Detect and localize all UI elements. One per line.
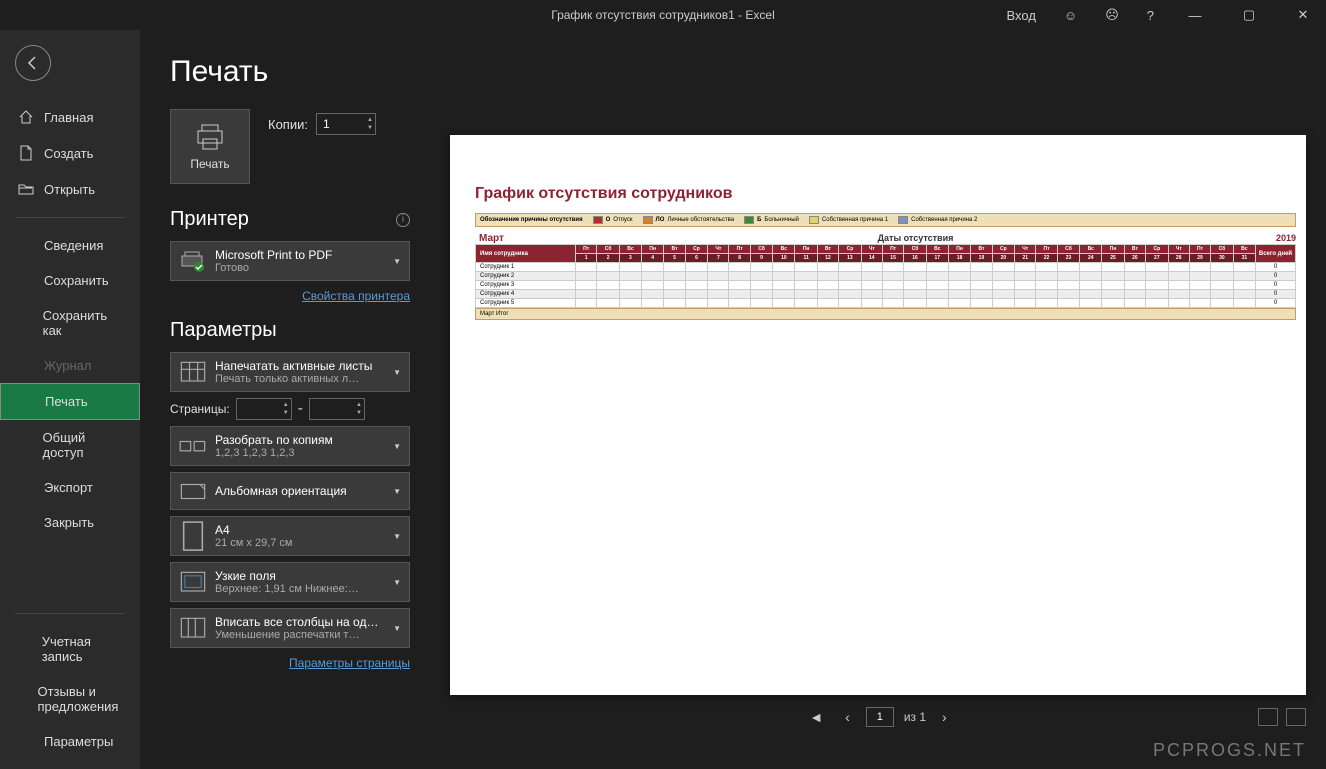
show-margins-button[interactable]	[1258, 708, 1278, 726]
prev-page-button[interactable]: ‹	[839, 707, 856, 727]
nav-options[interactable]: Параметры	[0, 724, 140, 759]
page-setup-link[interactable]: Параметры страницы	[289, 656, 410, 670]
face-sad-icon[interactable]: ☹	[1095, 3, 1129, 27]
titlebar: График отсутствия сотрудников1 - Excel В…	[0, 0, 1326, 30]
scaling-dropdown[interactable]: Вписать все столбцы на од… Уменьшение ра…	[170, 608, 410, 648]
calendar-table: Имя сотрудникаПтСбВсПнВтСрЧтПтСбВсПнВтСр…	[475, 244, 1296, 308]
print-button[interactable]: Печать	[170, 109, 250, 184]
nav-close[interactable]: Закрыть	[0, 505, 140, 540]
home-icon	[18, 109, 34, 125]
close-button[interactable]: ✕	[1280, 3, 1326, 27]
print-what-dropdown[interactable]: Напечатать активные листы Печать только …	[170, 352, 410, 392]
copies-label: Копии:	[268, 117, 308, 132]
next-page-button[interactable]: ›	[936, 707, 953, 727]
watermark: PCPROGS.NET	[1153, 740, 1306, 761]
summary-row: Март Итог	[475, 308, 1296, 320]
preview-footer: ◄ ‹ из 1 ›	[450, 707, 1306, 727]
doc-title: График отсутствия сотрудников	[475, 185, 1296, 203]
pages-to-spinner[interactable]: ▲▼	[309, 398, 365, 420]
nav-open[interactable]: Открыть	[0, 171, 140, 207]
page-icon	[179, 524, 207, 548]
page-of-label: из 1	[904, 710, 926, 724]
folder-open-icon	[18, 181, 34, 197]
preview-page: График отсутствия сотрудников Обозначени…	[450, 135, 1306, 695]
nav-export[interactable]: Экспорт	[0, 470, 140, 505]
printer-status-icon	[179, 249, 207, 273]
collate-dropdown[interactable]: Разобрать по копиям 1,2,3 1,2,3 1,2,3 ▼	[170, 426, 410, 466]
login-link[interactable]: Вход	[997, 4, 1046, 27]
print-preview: График отсутствия сотрудников Обозначени…	[430, 30, 1326, 769]
nav-saveas[interactable]: Сохранить как	[0, 298, 140, 348]
nav-feedback[interactable]: Отзывы и предложения	[0, 674, 140, 724]
margins-icon	[179, 570, 207, 594]
calendar-year: 2019	[1256, 233, 1296, 244]
nav-save[interactable]: Сохранить	[0, 263, 140, 298]
face-happy-icon[interactable]: ☺	[1054, 4, 1087, 27]
printer-section-title: Принтер	[170, 208, 249, 231]
copies-input[interactable]	[317, 117, 357, 131]
parameters-section-title: Параметры	[170, 319, 277, 342]
nav-share[interactable]: Общий доступ	[0, 420, 140, 470]
first-page-button[interactable]: ◄	[803, 707, 829, 727]
nav-history: Журнал	[0, 348, 140, 383]
backstage-sidebar: Главная Создать Открыть Сведения Сохрани…	[0, 30, 140, 769]
nav-account[interactable]: Учетная запись	[0, 624, 140, 674]
pages-from-spinner[interactable]: ▲▼	[236, 398, 292, 420]
pages-label: Страницы:	[170, 402, 230, 416]
info-icon[interactable]: i	[396, 213, 410, 227]
paper-size-dropdown[interactable]: A4 21 см x 29,7 см ▼	[170, 516, 410, 556]
minimize-button[interactable]: —	[1172, 4, 1218, 27]
current-page-input[interactable]	[866, 707, 894, 727]
collate-icon	[179, 434, 207, 458]
nav-home[interactable]: Главная	[0, 99, 140, 135]
printer-icon	[194, 123, 226, 151]
back-button[interactable]	[15, 45, 51, 81]
sheets-icon	[179, 360, 207, 384]
document-icon	[18, 145, 34, 161]
maximize-button[interactable]: ▢	[1226, 3, 1272, 27]
page-title: Печать	[170, 55, 410, 89]
chevron-down-icon: ▼	[393, 257, 401, 266]
printer-dropdown[interactable]: Microsoft Print to PDF Готово ▼	[170, 241, 410, 281]
landscape-icon	[179, 479, 207, 503]
nav-info[interactable]: Сведения	[0, 228, 140, 263]
legend-row: Обозначение причины отсутствия О ОтпускЛ…	[475, 213, 1296, 227]
print-settings: Печать Печать Копии: ▲▼ Принтер i	[140, 30, 430, 769]
margins-dropdown[interactable]: Узкие поля Верхнее: 1,91 см Нижнее:… ▼	[170, 562, 410, 602]
zoom-to-page-button[interactable]	[1286, 708, 1306, 726]
copies-spinner[interactable]: ▲▼	[316, 113, 376, 135]
nav-new[interactable]: Создать	[0, 135, 140, 171]
orientation-dropdown[interactable]: Альбомная ориентация ▼	[170, 472, 410, 510]
help-button[interactable]: ?	[1137, 4, 1164, 27]
nav-print[interactable]: Печать	[0, 383, 140, 420]
calendar-month: Март	[475, 233, 575, 244]
calendar-dates-title: Даты отсутствия	[575, 233, 1256, 244]
nav-divider-bottom	[15, 613, 125, 614]
nav-divider	[15, 217, 125, 218]
scaling-icon	[179, 616, 207, 640]
document-title: График отсутствия сотрудников1 - Excel	[551, 8, 775, 22]
printer-properties-link[interactable]: Свойства принтера	[302, 289, 410, 303]
